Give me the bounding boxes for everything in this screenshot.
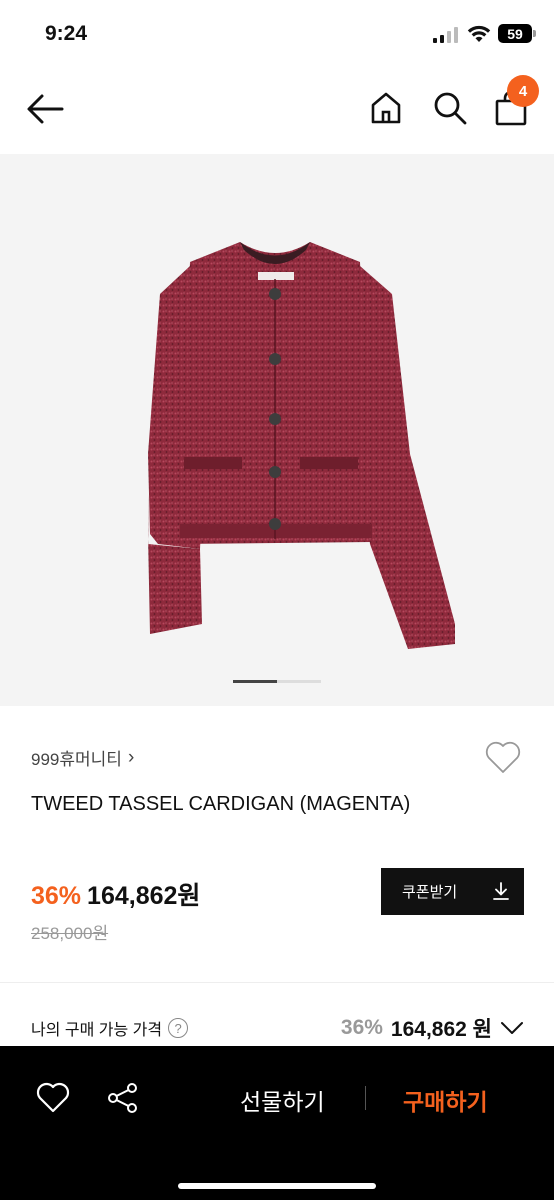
discount-rate: 36% xyxy=(31,882,82,910)
brand-link[interactable]: 999휴머니티 › xyxy=(31,745,134,770)
top-nav: 4 xyxy=(0,66,554,154)
back-arrow-icon[interactable] xyxy=(26,93,64,125)
my-price-label: 나의 구매 가능 가격 xyxy=(31,1022,163,1039)
bottom-divider xyxy=(365,1086,366,1110)
status-bar: 9:24 59 xyxy=(0,0,554,66)
download-icon xyxy=(493,882,509,900)
home-indicator xyxy=(178,1183,376,1189)
sale-price: 164,862원 xyxy=(87,882,201,910)
brand-name: 999휴머니티 xyxy=(31,750,122,769)
carousel-page-indicator xyxy=(233,680,321,683)
status-time: 9:24 xyxy=(45,22,88,45)
home-icon[interactable] xyxy=(369,91,403,125)
share-icon[interactable] xyxy=(106,1081,140,1115)
gift-button[interactable]: 선물하기 xyxy=(240,1083,325,1117)
product-jacket-image xyxy=(148,242,455,649)
buy-button[interactable]: 구매하기 xyxy=(403,1083,488,1117)
battery-tip xyxy=(533,30,536,37)
my-price-toggle[interactable]: 36% 164,862 원 xyxy=(341,1013,524,1043)
cell-signal-icon xyxy=(433,27,458,43)
product-title: TWEED TASSEL CARDIGAN (MAGENTA) xyxy=(31,793,411,815)
chevron-down-icon xyxy=(501,1022,523,1034)
wishlist-heart-icon[interactable] xyxy=(484,739,522,775)
carousel-indicator-active xyxy=(233,680,277,683)
my-price-discount: 36% xyxy=(340,1016,383,1039)
coupon-download-button[interactable]: 쿠폰받기 xyxy=(381,868,524,915)
my-price-value: 164,862 원 xyxy=(390,1018,492,1041)
heart-icon[interactable] xyxy=(36,1082,70,1114)
original-price: 258,000원 xyxy=(31,924,109,943)
wifi-icon xyxy=(467,25,491,42)
chevron-right-icon: › xyxy=(127,746,135,768)
price-row: 36% 164,862원 xyxy=(31,876,200,912)
battery-indicator: 59 xyxy=(498,24,532,43)
product-image-carousel[interactable] xyxy=(0,154,554,706)
section-divider xyxy=(0,982,554,983)
my-price-label-row: 나의 구매 가능 가격 ? xyxy=(31,1016,189,1040)
search-icon[interactable] xyxy=(432,90,468,126)
help-icon[interactable]: ? xyxy=(168,1018,189,1038)
coupon-label: 쿠폰받기 xyxy=(402,884,458,901)
cart-count-badge: 4 xyxy=(507,75,539,107)
bottom-action-bar: 선물하기 구매하기 xyxy=(0,1046,554,1200)
